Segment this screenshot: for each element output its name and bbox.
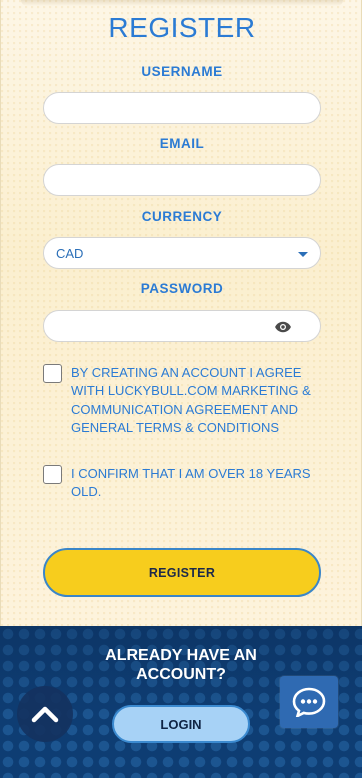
login-footer: ALREADY HAVE AN ACCOUNT? LOGIN: [0, 626, 362, 778]
already-line-1: ALREADY HAVE AN: [105, 647, 257, 664]
email-label: EMAIL: [159, 136, 205, 151]
username-input[interactable]: [44, 93, 320, 123]
register-form-panel: REGISTER USERNAME EMAIL CURRENCY CAD PAS…: [0, 0, 362, 626]
email-input[interactable]: [44, 165, 320, 195]
password-field-wrapper: [43, 310, 321, 342]
terms-text: BY CREATING AN ACCOUNT I AGREE WITH LUCK…: [71, 365, 311, 435]
currency-value: CAD: [56, 245, 84, 261]
login-button[interactable]: LOGIN: [112, 705, 250, 743]
currency-select[interactable]: CAD: [43, 237, 321, 269]
page-title: REGISTER: [108, 12, 256, 43]
email-field-wrapper: [43, 164, 321, 196]
terms-checkbox[interactable]: [43, 364, 62, 383]
currency-label: CURRENCY: [141, 209, 223, 224]
username-field-wrapper: [43, 92, 321, 124]
top-shadow: [21, 0, 343, 6]
chat-button[interactable]: [280, 676, 338, 728]
username-label: USERNAME: [141, 64, 223, 79]
chevron-up-icon: [31, 706, 59, 723]
register-button[interactable]: REGISTER: [43, 548, 321, 597]
age-checkbox[interactable]: [43, 465, 62, 484]
password-label: PASSWORD: [140, 281, 224, 296]
scroll-to-top-button[interactable]: [17, 686, 73, 742]
caret-down-icon: [298, 252, 308, 257]
eye-icon[interactable]: [274, 318, 292, 336]
age-text: I CONFIRM THAT I AM OVER 18 YEARS OLD.: [71, 466, 311, 500]
chat-bubble-icon: [292, 687, 326, 717]
